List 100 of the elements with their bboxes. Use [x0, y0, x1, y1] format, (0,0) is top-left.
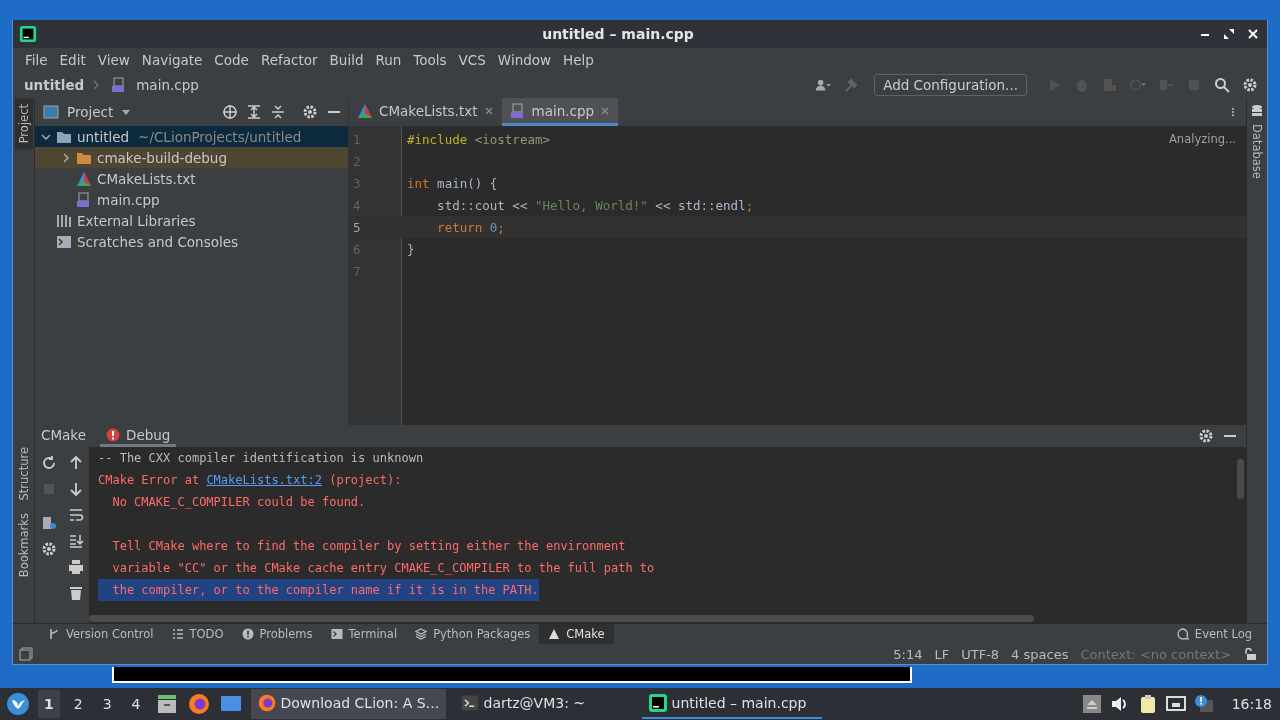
tool-window-button[interactable]: Version Control — [39, 624, 163, 644]
tree-item[interactable]: CMakeLists.txt — [35, 168, 348, 189]
add-configuration-button[interactable]: Add Configuration... — [874, 74, 1027, 96]
trash-icon[interactable] — [67, 585, 84, 601]
workspace-button[interactable]: 4 — [125, 690, 147, 718]
print-icon[interactable] — [67, 559, 84, 575]
scrollbar-thumb[interactable] — [1237, 459, 1244, 499]
expand-all-icon[interactable] — [246, 104, 262, 120]
arrow-down-icon[interactable] — [67, 481, 84, 497]
button-label: Problems — [259, 627, 313, 641]
start-menu-icon[interactable] — [6, 692, 30, 716]
alert-icon — [241, 628, 254, 640]
settings-icon[interactable] — [1242, 77, 1258, 93]
chevron-icon[interactable] — [41, 131, 51, 142]
tree-item[interactable]: Scratches and Consoles — [35, 231, 348, 252]
context-status: Context: <no context> — [1080, 646, 1231, 662]
tool-window-button[interactable]: TODO — [162, 624, 233, 644]
console-line: variable "CC" or the CMake cache entry CMAKE_C_COMPILER to the full path to — [111, 561, 655, 575]
menu-item[interactable]: Refactor — [254, 52, 324, 68]
button-label: Version Control — [66, 627, 154, 641]
taskbar-window-button[interactable]: dartz@VM3: ~ — [453, 689, 634, 719]
dropdown-icon[interactable] — [121, 107, 132, 117]
status-item[interactable]: 5:14 — [893, 646, 923, 662]
unlock-icon[interactable] — [1243, 647, 1257, 661]
branch-icon — [48, 628, 60, 640]
status-item[interactable]: LF — [934, 646, 950, 662]
tree-label: main.cpp — [97, 191, 160, 208]
tree-label: CMakeLists.txt — [97, 170, 196, 187]
breadcrumb-item[interactable]: main.cpp — [136, 77, 199, 93]
database-icon[interactable] — [1250, 104, 1264, 118]
tree-item[interactable]: untitled ~/CLionProjects/untitled — [35, 126, 348, 147]
settings-icon[interactable] — [1198, 428, 1214, 444]
button-label: CMake — [566, 627, 605, 641]
scrollbar-thumb[interactable] — [89, 615, 1034, 622]
soft-wrap-icon[interactable] — [67, 507, 84, 523]
tool-window-tab[interactable]: Database — [1248, 118, 1266, 185]
file-link[interactable]: CMakeLists.txt:2 — [206, 473, 322, 487]
tool-window-button[interactable]: CMake — [539, 624, 614, 644]
menu-item[interactable]: Edit — [53, 52, 92, 68]
project-tool-tab[interactable]: Project — [14, 98, 33, 150]
menu-item[interactable]: Navigate — [135, 52, 209, 68]
tree-item[interactable]: main.cpp — [35, 189, 348, 210]
code-line: int main() { — [407, 175, 498, 191]
app-logo-icon — [19, 25, 37, 43]
breadcrumb-item[interactable]: untitled — [24, 77, 85, 93]
panel-title[interactable]: Project — [67, 104, 114, 120]
status-item[interactable]: UTF-8 — [961, 646, 1000, 662]
status-item[interactable]: 4 spaces — [1011, 646, 1069, 662]
tool-tab[interactable]: CMake — [35, 425, 92, 447]
editor-tab[interactable]: CMakeLists.txt — [349, 98, 502, 126]
user-icon[interactable] — [815, 77, 832, 93]
menu-item[interactable]: Run — [369, 52, 408, 68]
search-icon[interactable] — [1214, 77, 1230, 93]
event-log-button[interactable]: Event Log — [1167, 624, 1261, 644]
cmake-settings-icon[interactable] — [40, 515, 57, 531]
menu-item[interactable]: Tools — [407, 52, 453, 68]
menu-item[interactable]: VCS — [452, 52, 492, 68]
chevron-icon — [93, 80, 100, 90]
tool-window-tab[interactable]: Structure — [14, 441, 33, 507]
tool-windows-icon[interactable] — [19, 647, 33, 661]
taskbar-window-button[interactable]: untitled – main.cpp — [641, 689, 822, 719]
menu-item[interactable]: Code — [208, 52, 255, 68]
taskbar-window-button[interactable]: Download CLion: A S… — [250, 689, 446, 719]
menu-item[interactable]: Help — [557, 52, 600, 68]
console-line: CMake Error at CMakeLists.txt:2 (project): — [98, 473, 402, 487]
network-icon[interactable] — [1165, 694, 1186, 714]
collapse-all-icon[interactable] — [270, 104, 286, 120]
button-label: Python Packages — [433, 627, 531, 641]
firefox-icon[interactable] — [186, 692, 211, 716]
tree-item[interactable]: cmake-build-debug — [35, 147, 348, 168]
menu-item[interactable]: File — [19, 52, 54, 68]
locate-icon[interactable] — [222, 104, 238, 120]
maximize-icon[interactable] — [1223, 28, 1235, 40]
terminal-icon — [330, 628, 343, 640]
tree-item[interactable]: External Libraries — [35, 210, 348, 231]
button-label: Event Log — [1194, 627, 1252, 641]
tool-window-button[interactable]: Python Packages — [406, 624, 540, 644]
menu-item[interactable]: View — [91, 52, 136, 68]
tool-window-button[interactable]: Terminal — [321, 624, 407, 644]
menu-item[interactable]: Build — [323, 52, 370, 68]
reload-icon[interactable] — [40, 455, 57, 471]
editor-tab[interactable]: main.cpp — [501, 98, 619, 126]
workspace-button[interactable]: 1 — [38, 690, 60, 718]
code-line: std::cout << "Hello, World!" << std::endl; — [436, 197, 754, 213]
console-icon — [56, 233, 72, 250]
terminal-icon — [459, 693, 480, 713]
libraries-icon — [56, 212, 72, 229]
eject-icon[interactable] — [1081, 694, 1102, 714]
menu-item[interactable]: Window — [491, 52, 558, 68]
settings-icon[interactable] — [40, 541, 57, 557]
chevron-icon[interactable] — [61, 152, 71, 163]
settings-icon[interactable] — [302, 104, 318, 120]
notification-icon[interactable] — [1193, 694, 1214, 714]
tool-window-button[interactable]: Problems — [232, 624, 322, 644]
tool-window-tab[interactable]: Bookmarks — [14, 506, 33, 583]
workspace-button[interactable]: 2 — [67, 690, 89, 718]
list-icon — [171, 628, 184, 640]
tab-label: CMake — [41, 426, 86, 443]
scroll-to-end-icon[interactable] — [67, 533, 84, 549]
workspace-button[interactable]: 3 — [96, 690, 118, 718]
